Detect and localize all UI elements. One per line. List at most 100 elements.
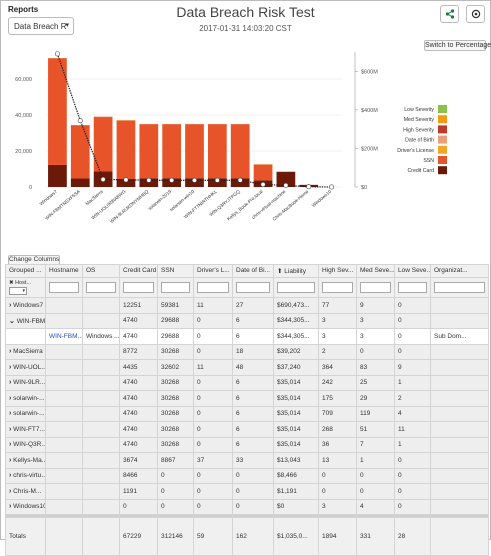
cell-value: 4 bbox=[360, 503, 364, 510]
cell-value: 0 bbox=[197, 426, 201, 433]
column-header[interactable]: Grouped ... bbox=[6, 265, 46, 278]
column-filter-input[interactable] bbox=[434, 282, 485, 293]
expand-arrow-icon[interactable]: › bbox=[9, 426, 11, 433]
liability-point[interactable] bbox=[329, 185, 333, 189]
column-header[interactable]: ⬆ Liability bbox=[274, 265, 319, 278]
group-select[interactable]: ▾ bbox=[9, 287, 27, 295]
liability-point[interactable] bbox=[101, 177, 105, 181]
cell-value: 3 bbox=[360, 317, 364, 324]
table-cell: 12251 bbox=[120, 298, 158, 314]
table-group-row[interactable]: › Windows100000$0340 bbox=[6, 499, 489, 515]
table-cell: 0 bbox=[158, 484, 194, 500]
expand-arrow-icon[interactable]: › bbox=[9, 441, 11, 448]
column-filter-input[interactable] bbox=[197, 282, 229, 293]
liability-point[interactable] bbox=[307, 185, 311, 189]
share-button[interactable] bbox=[440, 5, 459, 23]
table-group-row[interactable]: › WIN-UOL...4435326021148$37,240364839 bbox=[6, 360, 489, 376]
table-detail-row[interactable]: WIN-FBM...Windows ...47402968806$344,305… bbox=[6, 329, 489, 345]
bar-segment[interactable] bbox=[117, 120, 136, 179]
table-group-row[interactable]: › Kellys-Ma...367488673733$13,0431310 bbox=[6, 453, 489, 469]
expand-arrow-icon[interactable]: › bbox=[9, 457, 11, 464]
column-header[interactable]: Med Seve... bbox=[357, 265, 395, 278]
column-filter-input[interactable] bbox=[123, 282, 154, 293]
column-header-label: Driver's L... bbox=[197, 267, 230, 274]
column-filter-input[interactable] bbox=[236, 282, 270, 293]
liability-point[interactable] bbox=[124, 178, 128, 182]
column-filter-input[interactable] bbox=[398, 282, 427, 293]
bar-segment[interactable] bbox=[71, 125, 90, 178]
table-group-row[interactable]: ⌄ WIN-FBM...47402968806$344,305...330 bbox=[6, 313, 489, 329]
expand-arrow-icon[interactable]: › bbox=[9, 410, 11, 417]
cell-value: 30268 bbox=[161, 426, 179, 433]
expand-arrow-icon[interactable]: › bbox=[9, 379, 11, 386]
column-header[interactable]: Driver's L... bbox=[194, 265, 233, 278]
column-filter-input[interactable] bbox=[161, 282, 190, 293]
group-chip[interactable]: ✖ Host... bbox=[9, 280, 42, 287]
column-filter-input[interactable] bbox=[277, 282, 315, 293]
cell-value: 0 bbox=[161, 503, 165, 510]
cell-value: MacSierra bbox=[13, 348, 43, 355]
table-group-row[interactable]: › WIN-Q3R...47403026806$35,0143671 bbox=[6, 437, 489, 453]
column-filter-input[interactable] bbox=[322, 282, 353, 293]
column-header[interactable]: Date of Bi... bbox=[233, 265, 274, 278]
bar-segment[interactable] bbox=[231, 124, 250, 178]
column-filter-input[interactable] bbox=[86, 282, 116, 293]
expand-arrow-icon[interactable]: › bbox=[9, 302, 11, 309]
bar-segment[interactable] bbox=[162, 124, 181, 178]
cell-value: WIN-Q3R... bbox=[13, 441, 45, 448]
cell-value: chris-virtu... bbox=[13, 472, 45, 479]
table-group-row[interactable]: › Chris-M...1191000$1,191000 bbox=[6, 484, 489, 500]
liability-point[interactable] bbox=[215, 178, 219, 182]
expand-arrow-icon[interactable]: › bbox=[9, 348, 11, 355]
column-filter-input[interactable] bbox=[360, 282, 391, 293]
liability-point[interactable] bbox=[284, 183, 288, 187]
bar-segment[interactable] bbox=[139, 124, 158, 178]
liability-point[interactable] bbox=[78, 118, 82, 122]
cell-value: 4740 bbox=[123, 426, 137, 433]
table-group-row[interactable]: › WIN-9LR...47403026806$35,014242251 bbox=[6, 375, 489, 391]
table-group-row[interactable]: › solarwin-...47403026806$35,0147091194 bbox=[6, 406, 489, 422]
bar-segment[interactable] bbox=[208, 124, 227, 178]
expand-arrow-icon[interactable]: › bbox=[9, 488, 11, 495]
expand-arrow-icon[interactable]: › bbox=[9, 503, 11, 510]
expand-arrow-icon[interactable]: › bbox=[9, 364, 11, 371]
table-group-row[interactable]: › chris-virtu...8466000$8,466000 bbox=[6, 468, 489, 484]
filter-cell bbox=[158, 278, 194, 298]
settings-button[interactable] bbox=[466, 5, 485, 23]
column-filter-input[interactable] bbox=[49, 282, 79, 293]
liability-point[interactable] bbox=[55, 52, 59, 56]
collapse-arrow-icon[interactable]: ⌄ bbox=[9, 318, 15, 325]
table-group-row[interactable]: › MacSierra877230268018$39,202200 bbox=[6, 344, 489, 360]
bar-segment[interactable] bbox=[254, 164, 273, 180]
liability-point[interactable] bbox=[192, 178, 196, 182]
table-cell bbox=[431, 484, 489, 500]
bar-segment[interactable] bbox=[48, 165, 67, 187]
column-header[interactable]: High Sev... bbox=[319, 265, 357, 278]
liability-point[interactable] bbox=[147, 178, 151, 182]
column-header[interactable]: Hostname bbox=[46, 265, 83, 278]
table-group-row[interactable]: › Windows712251593811127$690,473...7790 bbox=[6, 298, 489, 314]
column-header[interactable]: Credit Card bbox=[120, 265, 158, 278]
column-header[interactable]: Low Seve... bbox=[395, 265, 431, 278]
liability-point[interactable] bbox=[238, 178, 242, 182]
expand-arrow-icon[interactable]: › bbox=[9, 395, 11, 402]
column-header[interactable]: Organizat... bbox=[431, 265, 489, 278]
liability-point[interactable] bbox=[169, 178, 173, 182]
cell-value: Windows ... bbox=[86, 333, 120, 340]
expand-arrow-icon[interactable]: › bbox=[9, 472, 11, 479]
table-group-row[interactable]: › solarwin-...47403026806$35,014175292 bbox=[6, 391, 489, 407]
table-cell: 0 bbox=[357, 468, 395, 484]
table-group-row[interactable]: › WIN-FT7...47403026806$35,0142685111 bbox=[6, 422, 489, 438]
liability-point[interactable] bbox=[261, 182, 265, 186]
table-cell: 0 bbox=[395, 298, 431, 314]
table-cell: 4 bbox=[357, 499, 395, 515]
legend-swatch bbox=[438, 136, 447, 144]
column-header[interactable]: SSN bbox=[158, 265, 194, 278]
bar-segment[interactable] bbox=[48, 58, 67, 165]
x-tick-label: MacSierra bbox=[85, 189, 105, 207]
bar-segment[interactable] bbox=[185, 124, 204, 178]
bar-segment[interactable] bbox=[71, 178, 90, 187]
cell-value[interactable]: WIN-FBM... bbox=[49, 333, 83, 340]
cell-value: 3 bbox=[360, 333, 364, 340]
column-header[interactable]: OS bbox=[83, 265, 120, 278]
